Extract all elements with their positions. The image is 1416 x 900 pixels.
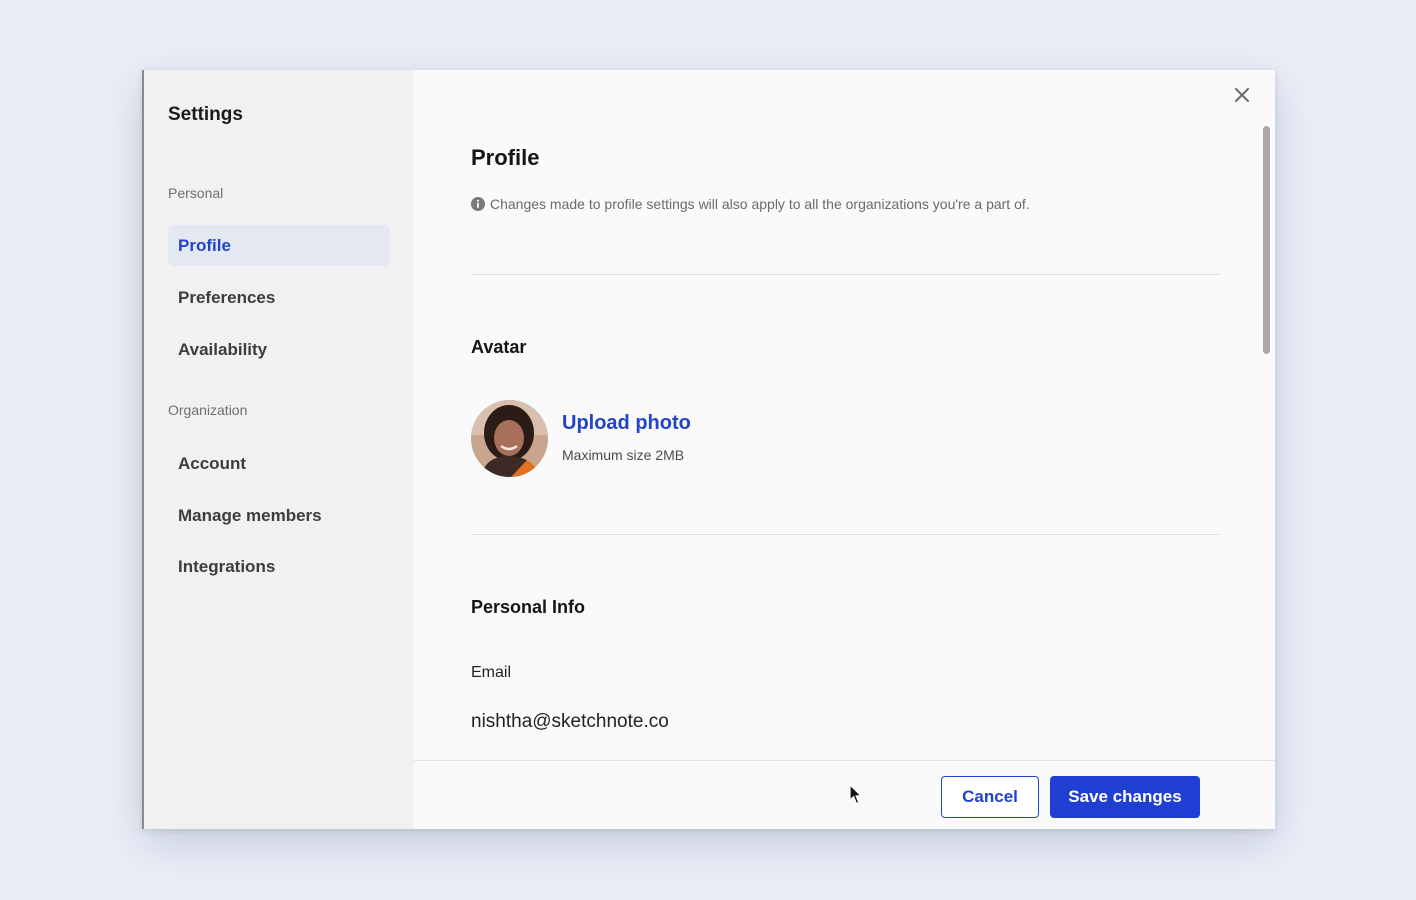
email-label: Email: [471, 664, 512, 681]
modal-footer: Cancel Save changes: [414, 760, 1275, 829]
avatar: [471, 400, 548, 477]
sidebar-item-preferences[interactable]: Preferences: [168, 277, 390, 318]
sidebar-item-manage-members[interactable]: Manage members: [168, 495, 390, 536]
profile-notice: Changes made to profile settings will al…: [471, 196, 1030, 212]
sidebar-title: Settings: [168, 104, 243, 125]
scrollbar-thumb[interactable]: [1263, 126, 1270, 354]
avatar-photo: [471, 400, 548, 477]
avatar-section-title: Avatar: [471, 337, 527, 357]
page-title: Profile: [471, 145, 540, 170]
save-changes-button[interactable]: Save changes: [1050, 776, 1200, 818]
sidebar-item-account[interactable]: Account: [168, 443, 390, 484]
sidebar-item-label: Manage members: [178, 505, 322, 525]
sidebar-item-label: Preferences: [178, 287, 276, 307]
sidebar-item-availability[interactable]: Availability: [168, 329, 390, 370]
sidebar-item-label: Account: [178, 453, 246, 473]
close-icon: [1235, 88, 1249, 102]
profile-panel: Profile Changes made to profile settings…: [414, 70, 1275, 829]
close-button[interactable]: [1231, 84, 1253, 106]
settings-modal: Settings Personal Profile Preferences Av…: [142, 70, 1275, 829]
info-icon: [471, 197, 485, 211]
upload-photo-link[interactable]: Upload photo: [562, 412, 691, 435]
mouse-pointer-icon: [849, 784, 862, 805]
settings-sidebar: Settings Personal Profile Preferences Av…: [144, 70, 414, 829]
sidebar-item-label: Availability: [178, 339, 268, 359]
sidebar-item-profile[interactable]: Profile: [168, 225, 390, 266]
divider: [471, 534, 1220, 535]
sidebar-item-label: Integrations: [178, 556, 276, 576]
cancel-button[interactable]: Cancel: [941, 776, 1039, 818]
section-label-organization: Organization: [168, 402, 248, 418]
sidebar-item-integrations[interactable]: Integrations: [168, 546, 390, 587]
email-value: nishtha@sketchnote.co: [471, 711, 669, 732]
sidebar-item-label: Profile: [178, 235, 231, 255]
upload-size-hint: Maximum size 2MB: [562, 447, 685, 463]
personal-info-title: Personal Info: [471, 597, 586, 617]
notice-text: Changes made to profile settings will al…: [490, 196, 1030, 212]
divider: [471, 274, 1220, 275]
section-label-personal: Personal: [168, 185, 224, 201]
